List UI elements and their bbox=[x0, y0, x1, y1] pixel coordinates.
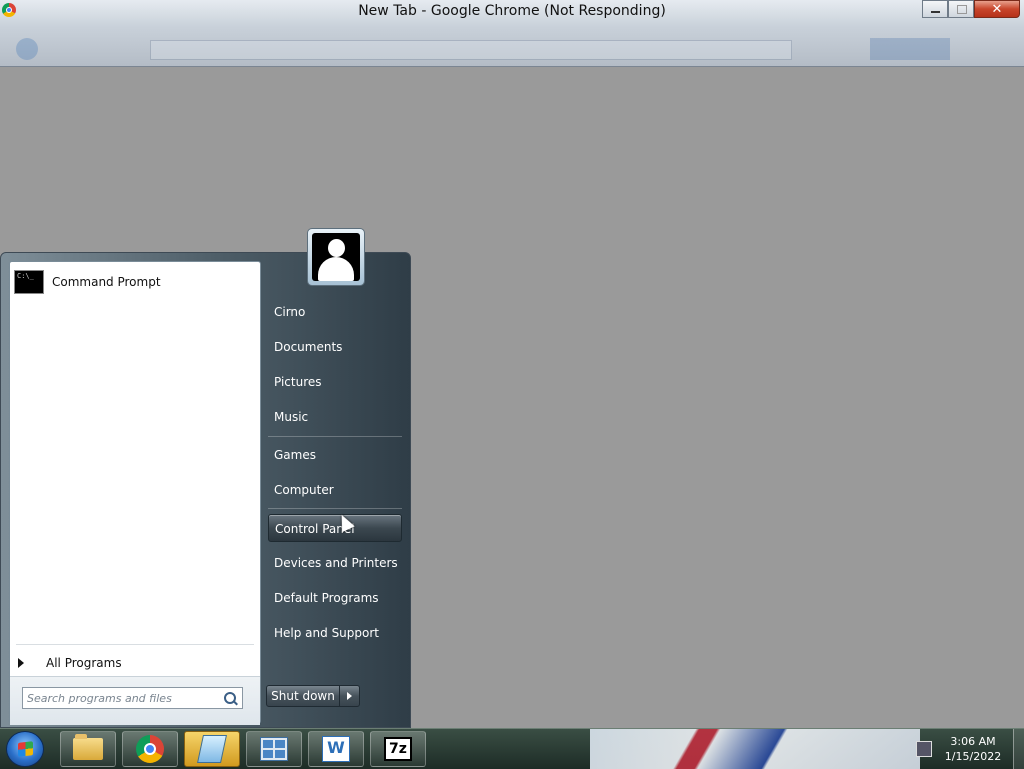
show-desktop-button[interactable] bbox=[1013, 729, 1024, 769]
word-icon: W bbox=[322, 736, 350, 762]
taskbar-app-7zip[interactable]: 7z bbox=[370, 731, 426, 767]
frozen-toolbar-ghost bbox=[10, 38, 1024, 60]
control-panel-icon bbox=[260, 737, 288, 761]
toolbar-ghost-block bbox=[870, 38, 950, 60]
windows-logo-icon bbox=[18, 741, 33, 757]
user-silhouette-head bbox=[328, 239, 345, 257]
folder-icon bbox=[73, 734, 103, 760]
close-button[interactable] bbox=[974, 0, 1020, 18]
start-link-documents[interactable]: Documents bbox=[268, 333, 402, 361]
window-title: New Tab - Google Chrome (Not Responding) bbox=[358, 3, 666, 19]
search-row bbox=[10, 676, 260, 725]
start-button[interactable] bbox=[6, 731, 44, 767]
taskbar: W 7z 3:06 AM 1/15/2022 bbox=[0, 728, 1024, 769]
start-link-help-and-support[interactable]: Help and Support bbox=[268, 619, 402, 647]
network-icon[interactable] bbox=[916, 741, 932, 757]
pinned-program-command-prompt[interactable]: C:\_ Command Prompt bbox=[14, 268, 258, 296]
shutdown-options-button[interactable] bbox=[340, 685, 360, 707]
clock-time: 3:06 AM bbox=[950, 735, 996, 748]
window-controls bbox=[922, 0, 1020, 18]
desktop-wallpaper-peek bbox=[590, 729, 920, 769]
start-link-music[interactable]: Music bbox=[268, 403, 402, 431]
start-link-games[interactable]: Games bbox=[268, 441, 402, 469]
shutdown-button[interactable]: Shut down bbox=[266, 685, 340, 707]
all-programs-button[interactable]: All Programs bbox=[18, 652, 122, 674]
user-avatar-image bbox=[312, 233, 360, 281]
notepad-icon bbox=[197, 735, 227, 763]
maximize-button[interactable] bbox=[948, 0, 974, 18]
user-silhouette-body bbox=[318, 257, 354, 281]
start-link-user-folder[interactable]: Cirno bbox=[268, 298, 402, 326]
pinned-program-label: Command Prompt bbox=[52, 275, 161, 289]
divider bbox=[16, 644, 254, 645]
start-link-default-programs[interactable]: Default Programs bbox=[268, 584, 402, 612]
search-icon[interactable] bbox=[224, 692, 236, 704]
start-link-computer[interactable]: Computer bbox=[268, 476, 402, 504]
divider bbox=[268, 436, 402, 437]
search-input[interactable] bbox=[27, 690, 217, 706]
user-avatar[interactable] bbox=[307, 228, 365, 286]
all-programs-label: All Programs bbox=[46, 656, 122, 670]
chevron-right-icon bbox=[18, 658, 24, 668]
taskbar-app-explorer[interactable] bbox=[60, 731, 116, 767]
window-titlebar[interactable]: New Tab - Google Chrome (Not Responding) bbox=[0, 0, 1024, 67]
command-prompt-icon: C:\_ bbox=[14, 270, 44, 294]
shutdown-control: Shut down bbox=[266, 685, 360, 707]
system-clock[interactable]: 3:06 AM 1/15/2022 bbox=[938, 734, 1008, 764]
start-link-devices-and-printers[interactable]: Devices and Printers bbox=[268, 549, 402, 577]
taskbar-app-wps-writer[interactable]: W bbox=[308, 731, 364, 767]
back-button-ghost bbox=[16, 38, 38, 60]
search-box[interactable] bbox=[22, 687, 243, 709]
taskbar-app-notepad[interactable] bbox=[184, 731, 240, 767]
start-menu-programs-pane: C:\_ Command Prompt All Programs bbox=[9, 261, 261, 725]
chrome-icon bbox=[136, 735, 164, 763]
7zip-icon: 7z bbox=[384, 737, 412, 761]
clock-date: 1/15/2022 bbox=[944, 750, 1002, 763]
taskbar-app-control-panel[interactable] bbox=[246, 731, 302, 767]
address-bar-ghost bbox=[150, 40, 792, 60]
minimize-button[interactable] bbox=[922, 0, 948, 18]
taskbar-app-chrome[interactable] bbox=[122, 731, 178, 767]
divider bbox=[268, 508, 402, 509]
start-link-pictures[interactable]: Pictures bbox=[268, 368, 402, 396]
